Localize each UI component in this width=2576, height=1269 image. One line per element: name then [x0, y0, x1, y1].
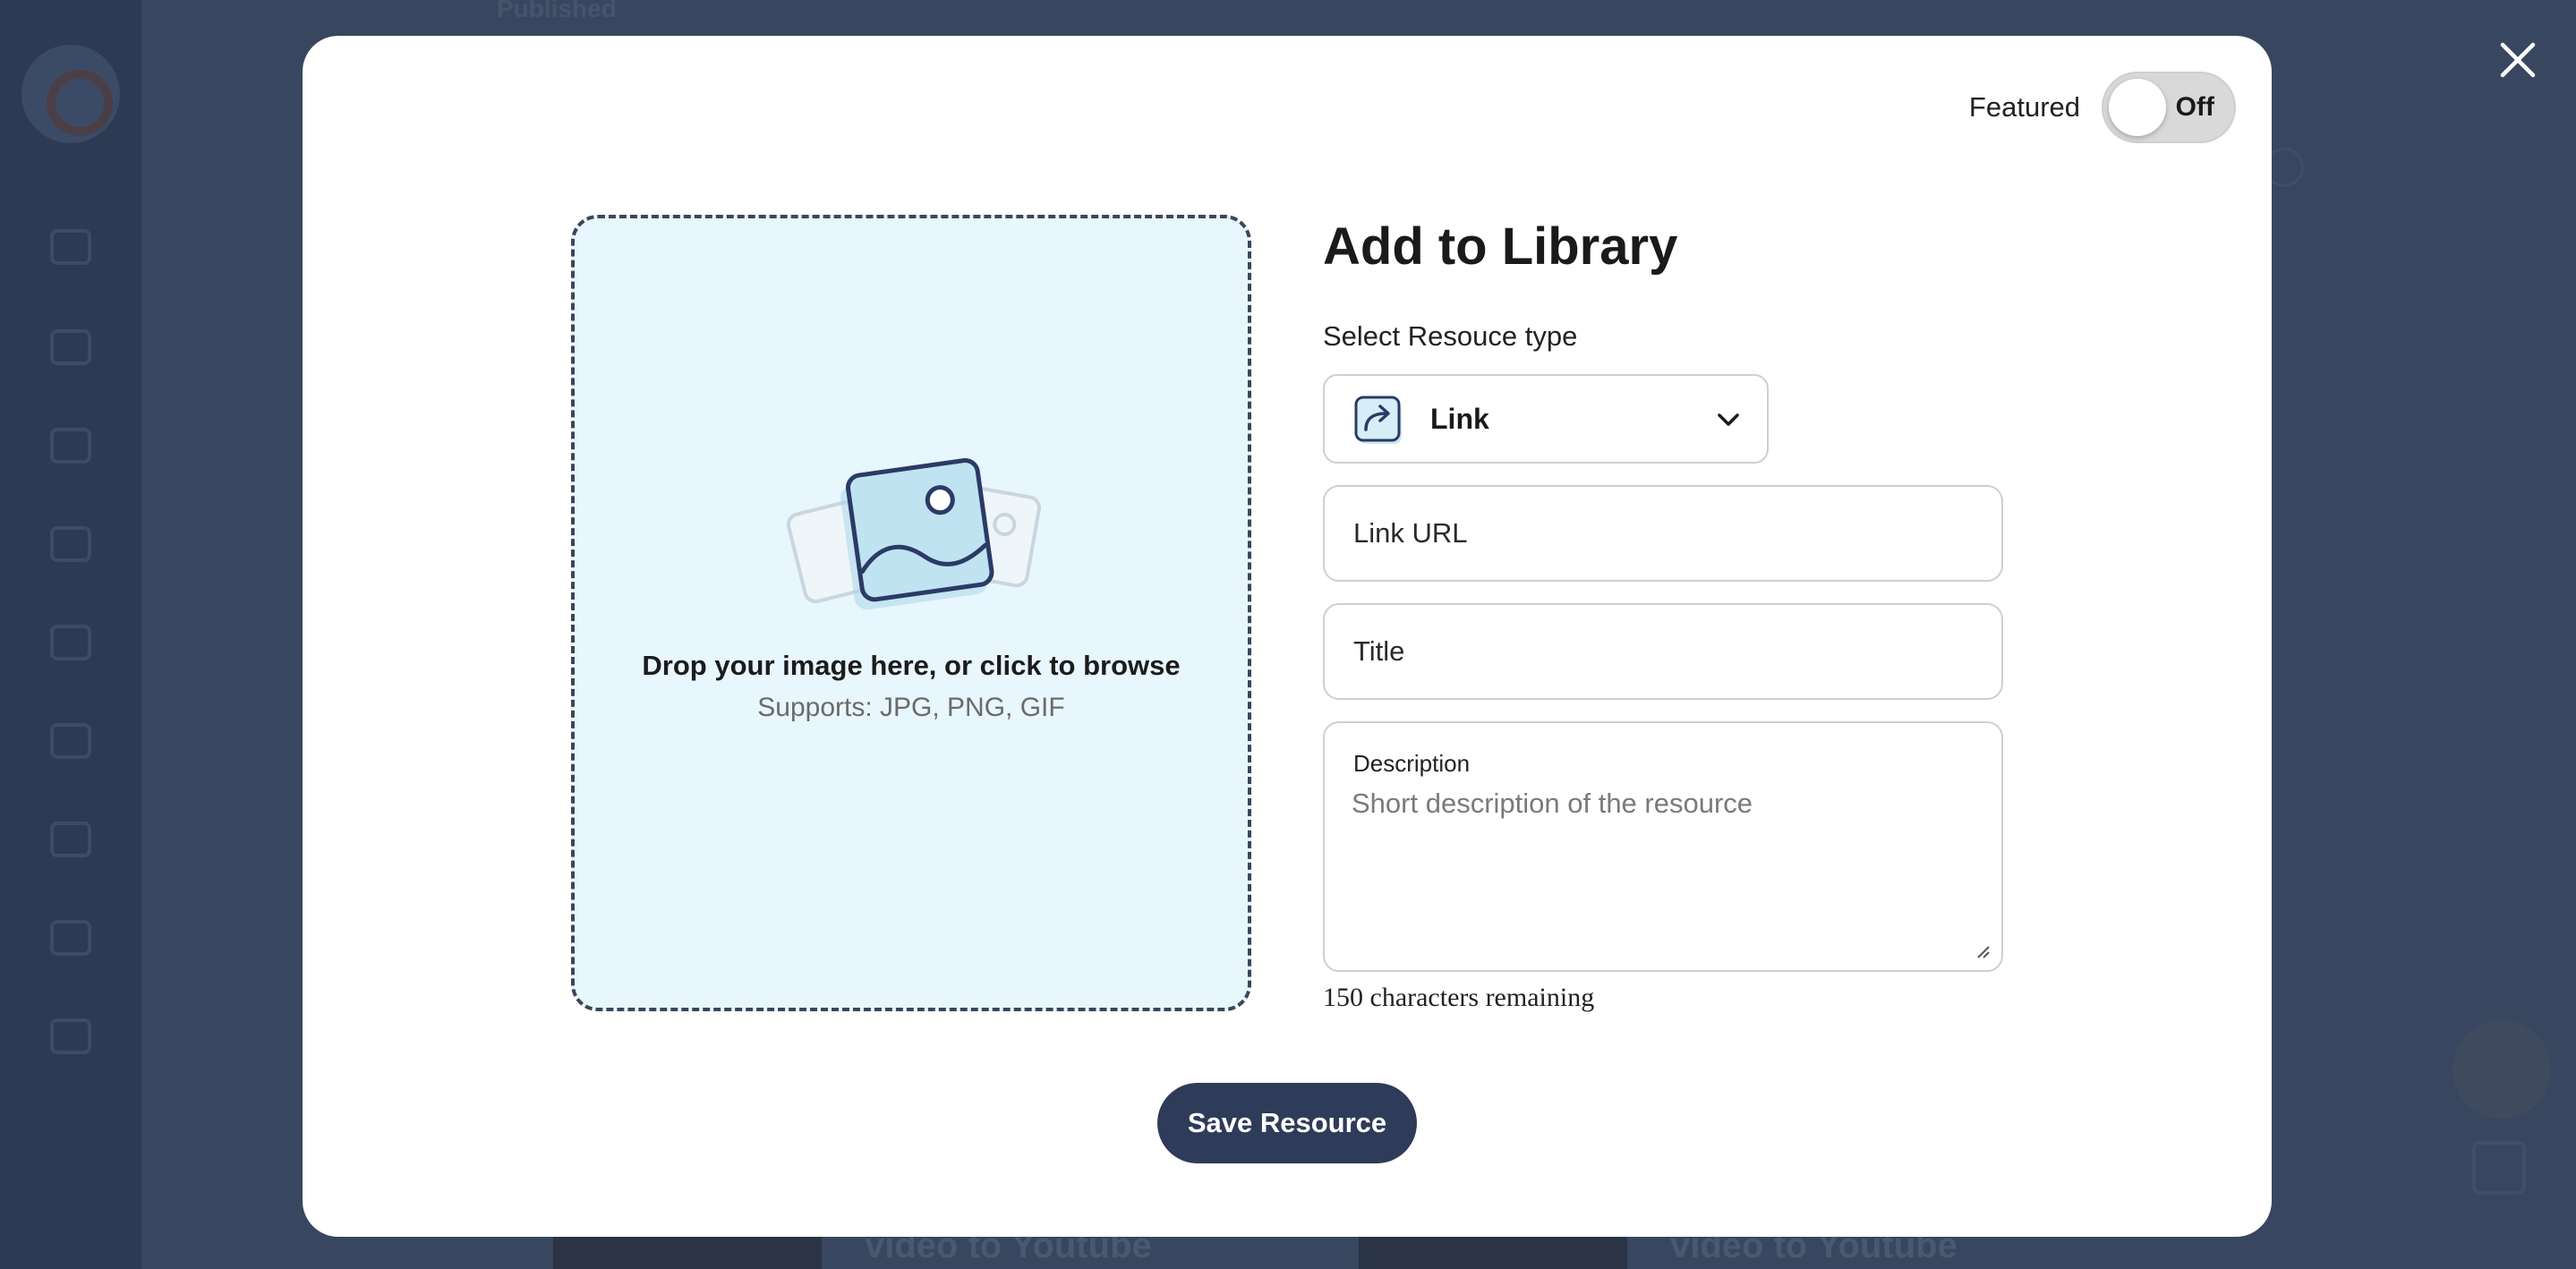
app-logo	[21, 45, 120, 143]
description-textarea[interactable]	[1352, 788, 1983, 952]
document-nav-icon	[50, 822, 91, 857]
image-gallery-icon	[787, 457, 1041, 610]
description-label: Description	[1353, 750, 1471, 777]
bell-nav-icon	[50, 428, 91, 464]
background-status: Published	[497, 0, 617, 22]
link-url-field	[1323, 485, 2003, 582]
chat-nav-icon	[50, 920, 91, 956]
toggle-knob	[2109, 79, 2166, 136]
resource-type-label: Select Resouce type	[1323, 320, 1578, 352]
dropzone-title: Drop your image here, or click to browse	[642, 650, 1181, 681]
image-dropzone[interactable]: Drop your image here, or click to browse…	[571, 215, 1251, 1011]
dollar-nav-icon	[50, 625, 91, 660]
background-avatar	[2452, 1020, 2551, 1119]
chevron-down-icon	[1718, 413, 1739, 426]
background-sidebar	[0, 0, 141, 1269]
background-card-thumbnail	[553, 1235, 822, 1269]
dropzone-supported-formats: Supports: JPG, PNG, GIF	[757, 693, 1065, 722]
edit-nav-icon	[50, 229, 91, 265]
title-input[interactable]	[1325, 605, 2001, 698]
resource-type-value: Link	[1430, 403, 1489, 435]
featured-control: Featured Off	[1969, 72, 2236, 143]
background-card-thumbnail	[1359, 1235, 1627, 1269]
title-field	[1323, 603, 2003, 700]
modal-title: Add to Library	[1323, 217, 1678, 276]
close-modal-button[interactable]	[2497, 39, 2538, 81]
featured-label: Featured	[1968, 91, 2080, 123]
toggle-state-text: Off	[2175, 92, 2214, 122]
add-to-library-modal: Featured Off Drop your image here, or cl…	[303, 36, 2272, 1237]
link-share-icon	[1354, 396, 1402, 444]
background-compose-icon	[2472, 1141, 2526, 1195]
users-nav-icon	[50, 526, 91, 562]
description-field: Description	[1323, 721, 2003, 972]
resize-handle-icon[interactable]	[1975, 943, 1991, 959]
close-icon	[2500, 42, 2536, 78]
featured-toggle[interactable]: Off	[2102, 72, 2236, 143]
characters-remaining: 150 characters remaining	[1323, 983, 1595, 1012]
link-url-input[interactable]	[1325, 487, 2001, 580]
save-resource-button[interactable]: Save Resource	[1157, 1083, 1417, 1163]
calendar-nav-icon	[50, 723, 91, 759]
resource-type-select[interactable]: Link	[1323, 374, 1769, 464]
library-nav-icon	[50, 329, 91, 365]
settings-nav-icon	[50, 1018, 91, 1054]
